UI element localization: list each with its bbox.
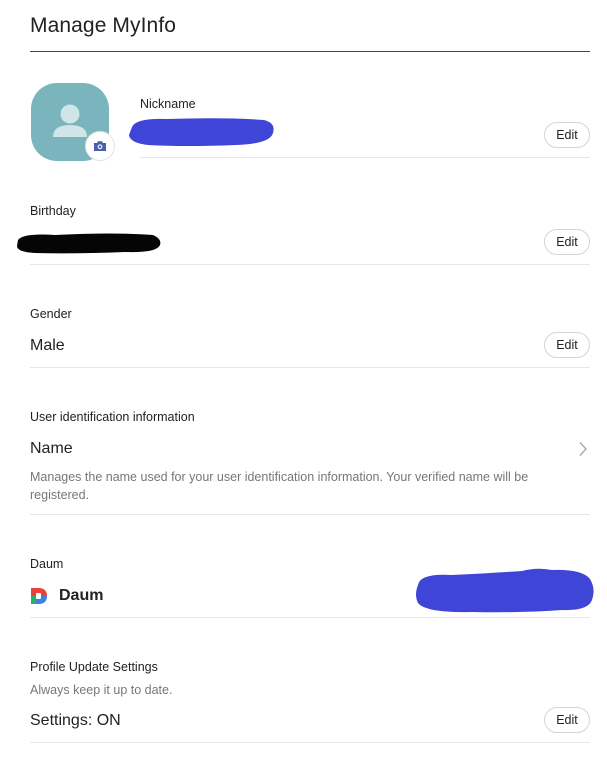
- user-identification-label: User identification information: [30, 410, 195, 424]
- nickname-label: Nickname: [140, 97, 196, 111]
- birthday-value-redacted: [17, 233, 161, 254]
- daum-account-redacted: [416, 568, 594, 613]
- nickname-edit-button[interactable]: Edit: [544, 122, 590, 148]
- camera-button[interactable]: [85, 131, 115, 161]
- user-identification-name-link[interactable]: Name: [30, 440, 73, 458]
- birthday-divider: [30, 264, 590, 265]
- daum-label: Daum: [30, 557, 64, 571]
- profile-update-edit-button[interactable]: Edit: [544, 707, 590, 733]
- birthday-edit-button[interactable]: Edit: [544, 229, 590, 255]
- profile-update-value: Settings: ON: [30, 712, 121, 729]
- page-title: Manage MyInfo: [30, 14, 177, 37]
- gender-value: Male: [30, 337, 65, 354]
- daum-value: Daum: [59, 587, 104, 604]
- nickname-divider: [140, 157, 590, 158]
- gender-label: Gender: [30, 307, 72, 321]
- gender-divider: [30, 367, 590, 368]
- profile-update-divider: [30, 742, 590, 743]
- profile-update-label: Profile Update Settings: [30, 660, 158, 674]
- user-identification-divider: [30, 514, 590, 515]
- nickname-value-redacted: [129, 118, 274, 146]
- title-divider: [30, 51, 590, 52]
- gender-edit-button[interactable]: Edit: [544, 332, 590, 358]
- profile-update-description: Always keep it up to date.: [30, 683, 173, 697]
- user-identification-description: Manages the name used for your user iden…: [30, 470, 529, 502]
- camera-icon: [94, 141, 106, 151]
- daum-logo-icon: [31, 588, 47, 604]
- chevron-right-icon[interactable]: [578, 441, 588, 457]
- daum-divider: [30, 617, 590, 618]
- birthday-label: Birthday: [30, 204, 76, 218]
